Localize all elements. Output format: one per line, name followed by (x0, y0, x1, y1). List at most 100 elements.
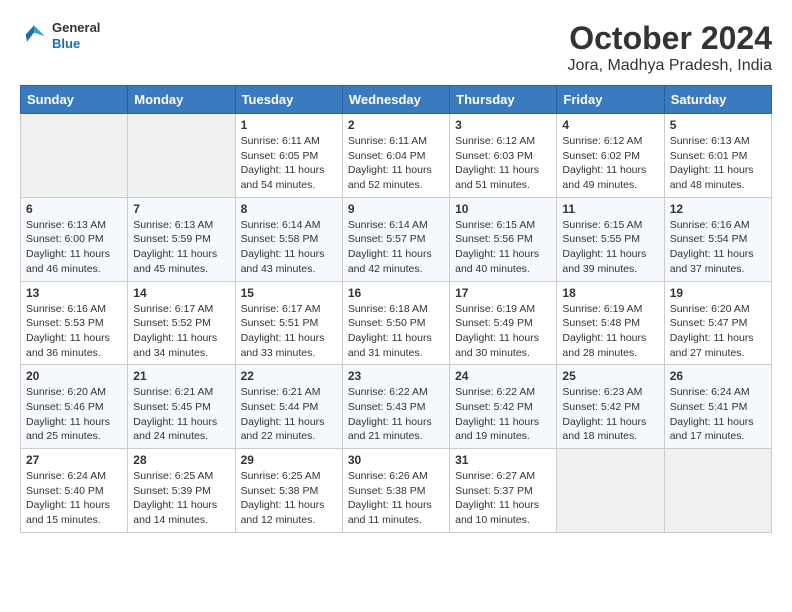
cell-content: Sunrise: 6:26 AMSunset: 5:38 PMDaylight:… (348, 469, 444, 528)
calendar-week-row: 6 Sunrise: 6:13 AMSunset: 6:00 PMDaylight… (21, 197, 772, 281)
calendar-cell: 30 Sunrise: 6:26 AMSunset: 5:38 PMDayligh… (342, 449, 449, 533)
day-number: 3 (455, 118, 551, 132)
calendar-week-row: 20 Sunrise: 6:20 AMSunset: 5:46 PMDayligh… (21, 365, 772, 449)
cell-content: Sunrise: 6:19 AMSunset: 5:48 PMDaylight:… (562, 302, 658, 361)
day-number: 16 (348, 286, 444, 300)
cell-content: Sunrise: 6:25 AMSunset: 5:39 PMDaylight:… (133, 469, 229, 528)
calendar-cell: 10 Sunrise: 6:15 AMSunset: 5:56 PMDayligh… (450, 197, 557, 281)
cell-content: Sunrise: 6:16 AMSunset: 5:54 PMDaylight:… (670, 218, 766, 277)
calendar-cell: 28 Sunrise: 6:25 AMSunset: 5:39 PMDayligh… (128, 449, 235, 533)
weekday-header-thursday: Thursday (450, 86, 557, 114)
weekday-header-friday: Friday (557, 86, 664, 114)
day-number: 2 (348, 118, 444, 132)
day-number: 28 (133, 453, 229, 467)
weekday-header-sunday: Sunday (21, 86, 128, 114)
cell-content: Sunrise: 6:15 AMSunset: 5:56 PMDaylight:… (455, 218, 551, 277)
calendar-cell (557, 449, 664, 533)
calendar-cell: 9 Sunrise: 6:14 AMSunset: 5:57 PMDaylight… (342, 197, 449, 281)
cell-content: Sunrise: 6:22 AMSunset: 5:42 PMDaylight:… (455, 385, 551, 444)
calendar-cell: 12 Sunrise: 6:16 AMSunset: 5:54 PMDayligh… (664, 197, 771, 281)
calendar-cell: 11 Sunrise: 6:15 AMSunset: 5:55 PMDayligh… (557, 197, 664, 281)
calendar-cell: 5 Sunrise: 6:13 AMSunset: 6:01 PMDaylight… (664, 114, 771, 198)
calendar-cell (128, 114, 235, 198)
day-number: 7 (133, 202, 229, 216)
cell-content: Sunrise: 6:14 AMSunset: 5:58 PMDaylight:… (241, 218, 337, 277)
day-number: 10 (455, 202, 551, 216)
day-number: 11 (562, 202, 658, 216)
calendar-cell: 25Sunrise: 6:23 AMSunset: 5:42 PMDayligh… (557, 365, 664, 449)
calendar-cell: 15Sunrise: 6:17 AMSunset: 5:51 PMDayligh… (235, 281, 342, 365)
day-number: 22 (241, 369, 337, 383)
cell-content: Sunrise: 6:22 AMSunset: 5:43 PMDaylight:… (348, 385, 444, 444)
day-number: 19 (670, 286, 766, 300)
calendar-cell: 6 Sunrise: 6:13 AMSunset: 6:00 PMDaylight… (21, 197, 128, 281)
day-number: 4 (562, 118, 658, 132)
calendar-cell: 17Sunrise: 6:19 AMSunset: 5:49 PMDayligh… (450, 281, 557, 365)
cell-content: Sunrise: 6:27 AMSunset: 5:37 PMDaylight:… (455, 469, 551, 528)
cell-content: Sunrise: 6:20 AMSunset: 5:46 PMDaylight:… (26, 385, 122, 444)
cell-content: Sunrise: 6:12 AMSunset: 6:02 PMDaylight:… (562, 134, 658, 193)
cell-content: Sunrise: 6:24 AMSunset: 5:40 PMDaylight:… (26, 469, 122, 528)
calendar-cell: 13 Sunrise: 6:16 AMSunset: 5:53 PMDayligh… (21, 281, 128, 365)
logo-blue: Blue (52, 36, 100, 52)
weekday-header-monday: Monday (128, 86, 235, 114)
calendar-week-row: 13 Sunrise: 6:16 AMSunset: 5:53 PMDayligh… (21, 281, 772, 365)
calendar-cell: 26 Sunrise: 6:24 AMSunset: 5:41 PMDayligh… (664, 365, 771, 449)
cell-content: Sunrise: 6:13 AMSunset: 5:59 PMDaylight:… (133, 218, 229, 277)
day-number: 23 (348, 369, 444, 383)
calendar-cell: 2Sunrise: 6:11 AMSunset: 6:04 PMDaylight… (342, 114, 449, 198)
calendar-title: October 2024 (567, 20, 772, 57)
day-number: 13 (26, 286, 122, 300)
day-number: 25 (562, 369, 658, 383)
day-number: 15 (241, 286, 337, 300)
title-block: October 2024 Jora, Madhya Pradesh, India (567, 20, 772, 75)
cell-content: Sunrise: 6:21 AMSunset: 5:45 PMDaylight:… (133, 385, 229, 444)
logo-general: General (52, 20, 100, 36)
day-number: 27 (26, 453, 122, 467)
cell-content: Sunrise: 6:25 AMSunset: 5:38 PMDaylight:… (241, 469, 337, 528)
cell-content: Sunrise: 6:13 AMSunset: 6:00 PMDaylight:… (26, 218, 122, 277)
calendar-cell: 29 Sunrise: 6:25 AMSunset: 5:38 PMDayligh… (235, 449, 342, 533)
calendar-cell: 16 Sunrise: 6:18 AMSunset: 5:50 PMDayligh… (342, 281, 449, 365)
cell-content: Sunrise: 6:15 AMSunset: 5:55 PMDaylight:… (562, 218, 658, 277)
day-number: 5 (670, 118, 766, 132)
day-number: 1 (241, 118, 337, 132)
day-number: 9 (348, 202, 444, 216)
logo-bird-icon (20, 22, 48, 50)
cell-content: Sunrise: 6:13 AMSunset: 6:01 PMDaylight:… (670, 134, 766, 193)
calendar-cell: 22 Sunrise: 6:21 AMSunset: 5:44 PMDayligh… (235, 365, 342, 449)
day-number: 6 (26, 202, 122, 216)
calendar-week-row: 27 Sunrise: 6:24 AMSunset: 5:40 PMDayligh… (21, 449, 772, 533)
day-number: 30 (348, 453, 444, 467)
day-number: 8 (241, 202, 337, 216)
calendar-cell (664, 449, 771, 533)
day-number: 12 (670, 202, 766, 216)
calendar-cell (21, 114, 128, 198)
cell-content: Sunrise: 6:21 AMSunset: 5:44 PMDaylight:… (241, 385, 337, 444)
day-number: 26 (670, 369, 766, 383)
calendar-subtitle: Jora, Madhya Pradesh, India (567, 57, 772, 75)
calendar-cell: 31Sunrise: 6:27 AMSunset: 5:37 PMDayligh… (450, 449, 557, 533)
calendar-cell: 4 Sunrise: 6:12 AMSunset: 6:02 PMDaylight… (557, 114, 664, 198)
day-number: 17 (455, 286, 551, 300)
cell-content: Sunrise: 6:24 AMSunset: 5:41 PMDaylight:… (670, 385, 766, 444)
calendar-cell: 7 Sunrise: 6:13 AMSunset: 5:59 PMDaylight… (128, 197, 235, 281)
day-number: 24 (455, 369, 551, 383)
day-number: 20 (26, 369, 122, 383)
calendar-cell: 8 Sunrise: 6:14 AMSunset: 5:58 PMDaylight… (235, 197, 342, 281)
day-number: 29 (241, 453, 337, 467)
day-number: 14 (133, 286, 229, 300)
cell-content: Sunrise: 6:20 AMSunset: 5:47 PMDaylight:… (670, 302, 766, 361)
calendar-cell: 24 Sunrise: 6:22 AMSunset: 5:42 PMDayligh… (450, 365, 557, 449)
calendar-week-row: 1Sunrise: 6:11 AMSunset: 6:05 PMDaylight… (21, 114, 772, 198)
day-number: 18 (562, 286, 658, 300)
cell-content: Sunrise: 6:16 AMSunset: 5:53 PMDaylight:… (26, 302, 122, 361)
calendar-cell: 20 Sunrise: 6:20 AMSunset: 5:46 PMDayligh… (21, 365, 128, 449)
calendar-cell: 18 Sunrise: 6:19 AMSunset: 5:48 PMDayligh… (557, 281, 664, 365)
calendar-table: SundayMondayTuesdayWednesdayThursdayFrid… (20, 85, 772, 533)
weekday-header-wednesday: Wednesday (342, 86, 449, 114)
cell-content: Sunrise: 6:17 AMSunset: 5:52 PMDaylight:… (133, 302, 229, 361)
cell-content: Sunrise: 6:18 AMSunset: 5:50 PMDaylight:… (348, 302, 444, 361)
calendar-cell: 19 Sunrise: 6:20 AMSunset: 5:47 PMDayligh… (664, 281, 771, 365)
cell-content: Sunrise: 6:14 AMSunset: 5:57 PMDaylight:… (348, 218, 444, 277)
